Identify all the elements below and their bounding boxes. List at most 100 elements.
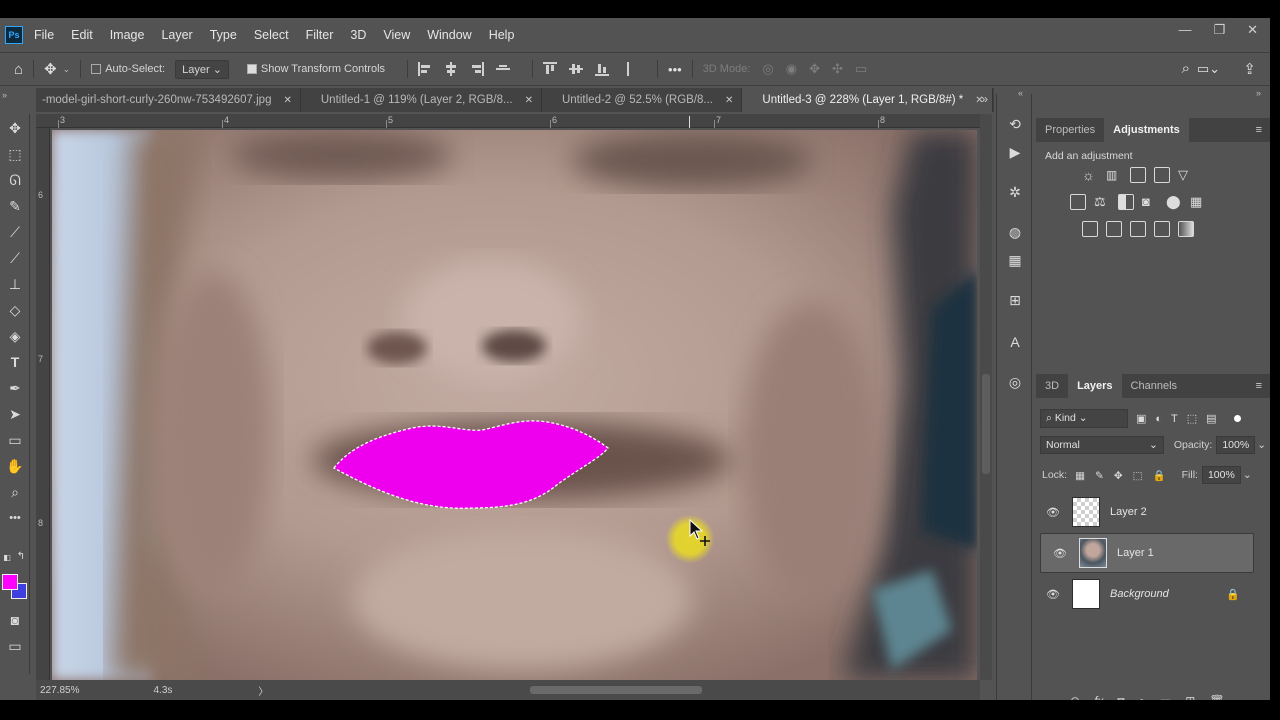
selective-color-icon[interactable] (1154, 221, 1170, 237)
close-window-button[interactable]: ✕ (1247, 22, 1258, 38)
actions-play-icon[interactable]: ▶ (1005, 142, 1025, 162)
menu-filter[interactable]: Filter (306, 28, 334, 42)
blend-mode-dropdown[interactable]: Normal ⌄ (1040, 436, 1164, 454)
move-tool-icon[interactable]: ✥ (5, 118, 25, 138)
black-white-icon[interactable] (1118, 194, 1134, 210)
tab-adjustments[interactable]: Adjustments (1104, 118, 1189, 142)
new-adjustment-layer-icon[interactable]: ◐ (1139, 694, 1146, 700)
gradient-map-icon[interactable] (1178, 221, 1194, 237)
rectangle-tool-icon[interactable]: ▭ (5, 430, 25, 450)
tab-document-1[interactable]: -model-girl-short-curly-260nw-753492607.… (36, 88, 301, 112)
tab-channels[interactable]: Channels (1122, 374, 1186, 398)
align-top-icon[interactable] (543, 62, 558, 76)
document-canvas[interactable] (52, 130, 977, 680)
lasso-tool-icon[interactable]: ᘏ (5, 170, 25, 190)
photo-filter-icon[interactable]: ◙ (1142, 194, 1158, 210)
pen-tool-icon[interactable]: ✒ (5, 378, 25, 398)
fx-icon[interactable]: fx (1094, 694, 1103, 700)
marquee-tool-icon[interactable]: ⬚ (5, 144, 25, 164)
menu-3d[interactable]: 3D (350, 28, 366, 42)
collapse-panels-icon[interactable]: » (1256, 88, 1261, 98)
align-center-h-icon[interactable] (444, 62, 458, 76)
navigator-icon[interactable]: ✲ (1005, 182, 1025, 202)
posterize-icon[interactable] (1106, 221, 1122, 237)
tab-document-3[interactable]: Untitled-2 @ 52.5% (RGB/8... ✕ (542, 88, 743, 112)
menu-type[interactable]: Type (210, 28, 237, 42)
hand-tool-icon[interactable]: ✋ (5, 456, 25, 476)
link-layers-icon[interactable]: ⊖ (1070, 694, 1080, 700)
menu-window[interactable]: Window (427, 28, 471, 42)
filter-toggle-icon[interactable] (1233, 414, 1241, 422)
character-icon[interactable]: A (1005, 332, 1025, 352)
distribute-h-icon[interactable] (496, 62, 511, 76)
tab-document-2[interactable]: Untitled-1 @ 119% (Layer 2, RGB/8... ✕ (301, 88, 542, 112)
3d-icon[interactable]: ◎ (1005, 372, 1025, 392)
status-menu-icon[interactable]: 〉 (258, 683, 268, 698)
brightness-icon[interactable]: ☼ (1082, 167, 1098, 183)
color-wheel-icon[interactable]: ◍ (1005, 222, 1025, 242)
align-middle-v-icon[interactable] (569, 62, 584, 76)
horizontal-scrollbar[interactable] (530, 686, 702, 694)
auto-select-target-dropdown[interactable]: Layer ⌄ (175, 59, 229, 79)
vertical-scrollbar[interactable] (980, 114, 992, 680)
eraser-tool-icon[interactable]: ◇ (5, 300, 25, 320)
color-lookup-icon[interactable]: ▦ (1190, 194, 1206, 210)
swap-colors-icon[interactable]: ↰ (15, 550, 27, 562)
distribute-v-icon[interactable] (621, 62, 635, 76)
chevron-down-icon[interactable]: ⌄ (63, 64, 71, 75)
filter-type-icons[interactable]: ▣◐T⬚▤ (1136, 412, 1226, 425)
hue-saturation-icon[interactable] (1070, 194, 1086, 210)
eye-icon[interactable]: 👁 (1046, 506, 1060, 519)
eyedropper-tool-icon[interactable]: ⟋ (5, 222, 25, 242)
add-mask-icon[interactable]: ◙ (1117, 694, 1124, 700)
curves-icon[interactable] (1130, 167, 1146, 183)
layer-item[interactable]: 👁 Layer 2 (1040, 492, 1254, 532)
levels-icon[interactable]: ▥ (1106, 167, 1122, 183)
threshold-icon[interactable] (1130, 221, 1146, 237)
opacity-input[interactable]: 100% (1216, 436, 1256, 454)
trash-icon[interactable]: 🗑 (1209, 694, 1224, 700)
eye-icon[interactable]: 👁 (1053, 547, 1067, 560)
lock-icons[interactable]: ▦✎✥⬚🔒 (1075, 469, 1176, 482)
color-balance-icon[interactable]: ⚖ (1094, 194, 1110, 210)
menu-view[interactable]: View (383, 28, 410, 42)
swatches-grid-icon[interactable]: ▦ (1005, 250, 1025, 270)
foreground-color-swatch[interactable] (2, 574, 18, 590)
new-group-icon[interactable]: ▭ (1160, 694, 1171, 700)
close-icon[interactable]: ✕ (283, 95, 291, 106)
zoom-level[interactable]: 227.85% (40, 685, 79, 696)
menu-edit[interactable]: Edit (71, 28, 93, 42)
menu-image[interactable]: Image (110, 28, 145, 42)
quick-mask-icon[interactable]: ◙ (5, 610, 25, 630)
minimize-button[interactable]: — (1178, 22, 1191, 38)
collapse-toolbar-icon[interactable]: » (2, 90, 7, 100)
quick-selection-tool-icon[interactable]: ✎ (5, 196, 25, 216)
align-bottom-icon[interactable] (595, 62, 610, 76)
more-options-icon[interactable]: ••• (668, 62, 682, 77)
menu-file[interactable]: File (34, 28, 54, 42)
tabs-overflow-icon[interactable]: » (981, 92, 988, 106)
brush-tool-icon[interactable]: ⟋ (5, 248, 25, 268)
exposure-icon[interactable] (1154, 167, 1170, 183)
zoom-tool-icon[interactable]: ⌕ (5, 482, 25, 502)
close-icon[interactable]: ✕ (525, 95, 533, 106)
tab-document-4[interactable]: Untitled-3 @ 228% (Layer 1, RGB/8#) * ✕ (742, 88, 993, 112)
move-tool-preset-icon[interactable]: ✥ (44, 60, 57, 78)
stamp-tool-icon[interactable]: ⊥ (5, 274, 25, 294)
eye-icon[interactable]: 👁 (1046, 588, 1060, 601)
home-icon[interactable]: ⌂ (14, 61, 23, 78)
share-icon[interactable]: ⇪ (1243, 60, 1256, 78)
history-icon[interactable]: ⟲ (1005, 114, 1025, 134)
close-icon[interactable]: ✕ (725, 95, 733, 106)
workspace-icon[interactable]: ▭⌄ (1197, 61, 1220, 77)
chevron-down-icon[interactable]: ⌄ (1257, 439, 1266, 451)
paint-bucket-tool-icon[interactable]: ◈ (5, 326, 25, 346)
fill-input[interactable]: 100% (1201, 466, 1241, 484)
align-left-icon[interactable] (418, 62, 432, 76)
panel-menu-icon[interactable]: ≡ (1256, 124, 1262, 136)
align-right-icon[interactable] (470, 62, 485, 76)
menu-select[interactable]: Select (254, 28, 289, 42)
layers-panel-menu-icon[interactable]: ≡ (1256, 380, 1262, 392)
tab-3d[interactable]: 3D (1036, 374, 1068, 398)
layer-item[interactable]: 👁 Layer 1 (1040, 533, 1254, 573)
